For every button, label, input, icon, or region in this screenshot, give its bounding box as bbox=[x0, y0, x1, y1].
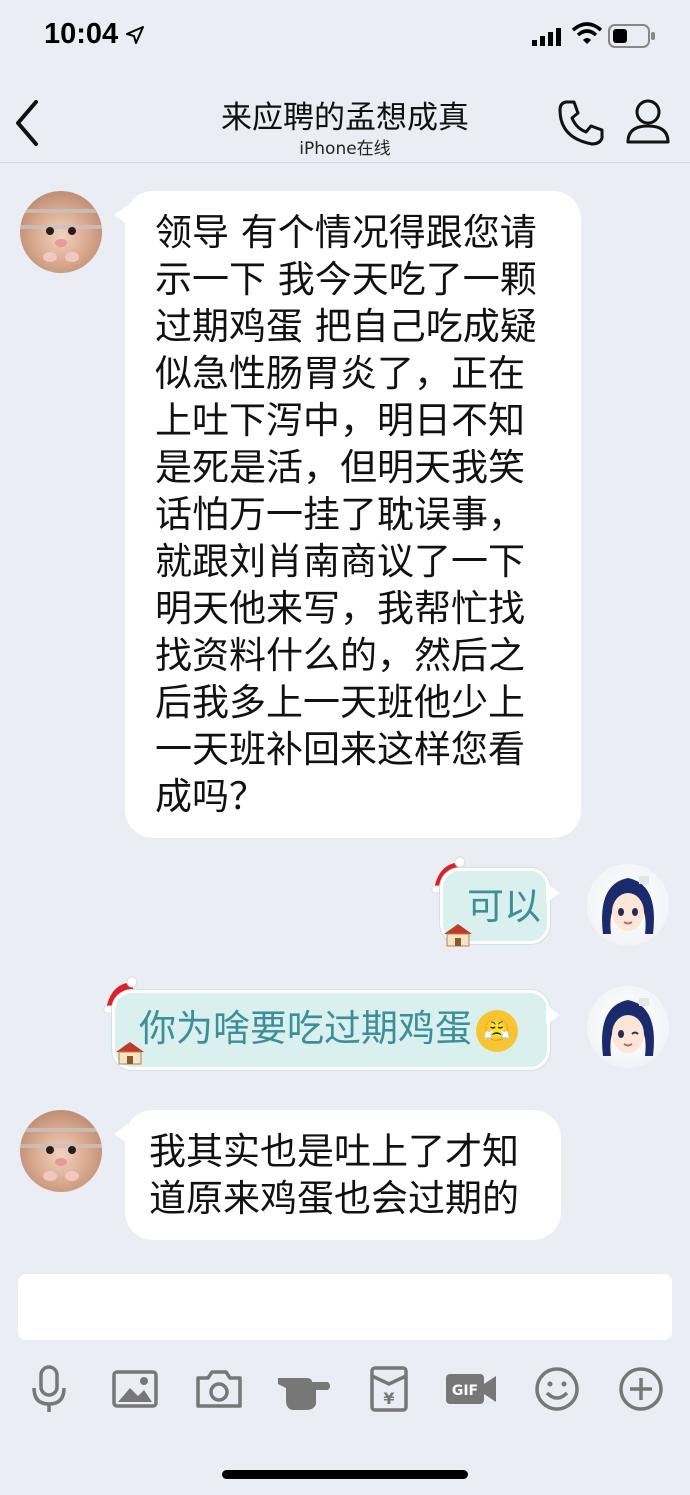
frustrated-emoji-icon: 😤 bbox=[476, 1009, 518, 1052]
status-time: 10:04 bbox=[44, 18, 119, 50]
camera-icon[interactable] bbox=[194, 1364, 244, 1414]
message-line: 示一下 我今天吃了一颗 bbox=[155, 258, 537, 301]
contact-avatar[interactable] bbox=[20, 191, 102, 273]
contact-avatar[interactable] bbox=[20, 1110, 102, 1192]
location-arrow-icon bbox=[126, 26, 144, 44]
plus-icon[interactable] bbox=[616, 1364, 666, 1414]
message-line: 一天班补回来这样您看 bbox=[155, 728, 525, 771]
contact-profile-icon[interactable] bbox=[626, 98, 670, 144]
message-line: 后我多上一天班他少上 bbox=[155, 681, 525, 724]
image-icon[interactable] bbox=[110, 1364, 160, 1414]
message-line: 上吐下泻中，明日不知 bbox=[155, 399, 525, 442]
message-line: 领导 有个情况得跟您请 bbox=[155, 211, 537, 254]
cellular-signal-icon bbox=[532, 28, 561, 46]
gif-icon[interactable]: GIF bbox=[444, 1364, 498, 1414]
status-bar: 10:04 bbox=[0, 0, 690, 70]
emoji-icon[interactable] bbox=[532, 1364, 582, 1414]
snow-house-icon bbox=[116, 1042, 144, 1065]
wifi-icon bbox=[572, 22, 602, 44]
svg-text:GIF: GIF bbox=[452, 1383, 478, 1399]
message-text: 你为啥要吃过期鸡蛋 bbox=[139, 1007, 472, 1050]
snow-house-icon bbox=[444, 924, 472, 947]
home-indicator[interactable] bbox=[222, 1470, 468, 1479]
user-avatar[interactable] bbox=[587, 986, 669, 1068]
chat-header: 来应聘的孟想成真 iPhone在线 bbox=[0, 70, 690, 163]
message-line: 明天他来写，我帮忙找 bbox=[155, 587, 525, 630]
message-line: 找资料什么的，然后之 bbox=[155, 634, 525, 677]
battery-icon bbox=[608, 24, 655, 48]
message-text: 可以 bbox=[467, 885, 541, 928]
input-toolbar: ¥ GIF bbox=[0, 1350, 690, 1430]
message-line: 我其实也是吐上了才知 bbox=[149, 1130, 519, 1173]
message-line: 成吗？ bbox=[155, 775, 266, 818]
message-line: 是死是活，但明天我笑 bbox=[155, 446, 525, 489]
red-packet-icon[interactable]: ¥ bbox=[364, 1364, 414, 1414]
user-avatar[interactable] bbox=[587, 864, 669, 946]
phone-call-icon[interactable] bbox=[556, 98, 606, 148]
svg-text:¥: ¥ bbox=[383, 1389, 394, 1408]
message-bubble-received[interactable]: 我其实也是吐上了才知 道原来鸡蛋也会过期的 bbox=[114, 1110, 561, 1240]
message-line: 过期鸡蛋 把自己吃成疑 bbox=[155, 305, 537, 348]
message-line: 就跟刘肖南商议了一下 bbox=[155, 540, 525, 583]
poke-icon[interactable] bbox=[276, 1364, 332, 1414]
message-line: 似急性肠胃炎了，正在 bbox=[155, 352, 525, 395]
message-line: 道原来鸡蛋也会过期的 bbox=[149, 1177, 519, 1220]
message-line: 话怕万一挂了耽误事， bbox=[155, 493, 525, 536]
mic-icon[interactable] bbox=[24, 1364, 74, 1414]
message-bubble-sent[interactable]: 你为啥要吃过期鸡蛋 😤 bbox=[112, 990, 560, 1070]
message-input[interactable] bbox=[18, 1274, 672, 1340]
message-bubble-received[interactable]: 领导 有个情况得跟您请 示一下 我今天吃了一颗 过期鸡蛋 把自己吃成疑 似急性肠… bbox=[114, 191, 581, 838]
